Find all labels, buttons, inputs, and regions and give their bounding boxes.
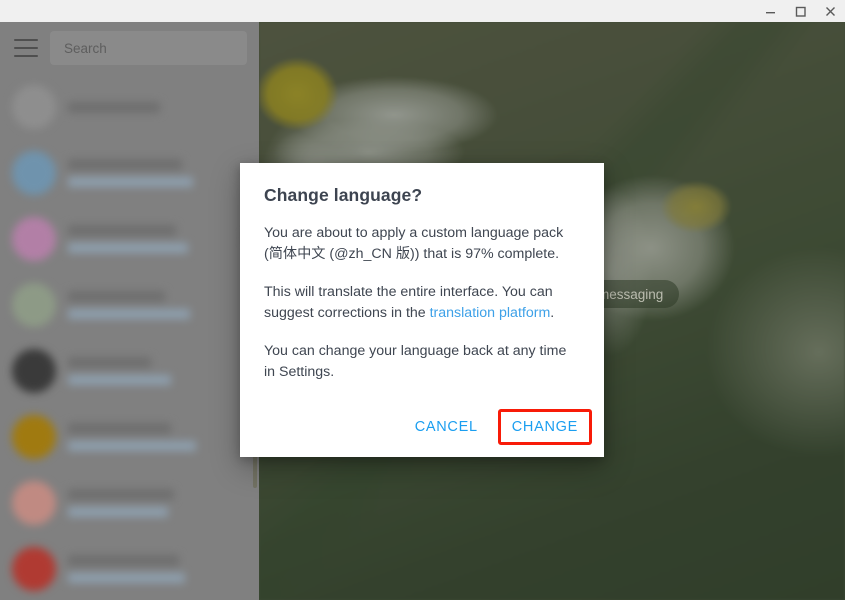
conversation-row[interactable] [0,338,259,404]
messaging-chip-label: messaging [598,286,664,302]
dialog-paragraph-3: You can change your language back at any… [264,343,567,380]
conversation-text [68,489,207,517]
conversation-name [68,489,174,500]
conversation-name [68,423,171,434]
conversation-row[interactable] [0,470,259,536]
app-window: messaging Search 32011 Change language? … [0,0,845,600]
avatar [12,151,56,195]
close-icon [825,6,835,16]
conversation-row[interactable] [0,536,259,600]
dialog-paragraph-2-period: . [550,305,555,321]
translation-platform-link[interactable]: translation platform [430,305,551,321]
conversation-name [68,357,152,368]
maximize-button[interactable] [785,0,815,22]
minimize-button[interactable] [755,0,785,22]
conversation-preview [68,243,188,253]
minimize-icon [765,11,775,13]
conversation-preview [68,573,185,583]
conversation-list[interactable]: 32011 [0,74,259,600]
avatar [12,547,56,591]
conversation-text [68,225,207,253]
conversation-name [68,225,177,236]
conversation-name [68,555,180,566]
sidebar-scrollbar-thumb[interactable] [253,452,257,488]
conversation-row[interactable] [0,74,259,140]
conversation-row[interactable]: 0 [0,206,259,272]
conversation-row[interactable] [0,404,259,470]
change-button[interactable]: CHANGE [497,409,592,445]
conversation-preview [68,507,169,517]
conversation-text [68,159,207,187]
conversation-preview [68,177,194,187]
conversation-preview [68,441,196,451]
conversation-name [68,159,182,170]
avatar [12,481,56,525]
dialog-paragraph-2: This will translate the entire interface… [264,282,580,324]
search-input[interactable]: Search [50,31,247,65]
change-language-dialog: Change language? You are about to apply … [240,163,604,457]
conversation-text [68,101,207,113]
conversation-row[interactable] [0,272,259,338]
conversation-name [68,291,166,302]
conversation-text [68,423,207,451]
conversation-preview [68,375,171,385]
conversation-text [68,357,207,385]
conversation-row[interactable]: 32 [0,140,259,206]
dialog-paragraph-1: You are about to apply a custom language… [264,225,564,262]
search-placeholder: Search [64,40,107,56]
conversation-text [68,555,207,583]
conversation-preview [68,309,191,319]
conversation-name [68,101,160,113]
dialog-actions: CANCEL CHANGE [240,409,604,445]
conversation-text [68,291,207,319]
avatar [12,85,56,129]
sidebar: Search 32011 [0,22,259,600]
close-button[interactable] [815,0,845,22]
hamburger-menu-icon[interactable] [14,39,38,57]
window-titlebar [0,0,845,22]
avatar [12,283,56,327]
dialog-title: Change language? [264,185,423,205]
avatar [12,349,56,393]
avatar [12,217,56,261]
sidebar-header: Search [0,22,259,74]
cancel-button[interactable]: CANCEL [401,409,492,445]
maximize-icon [795,6,806,17]
avatar [12,415,56,459]
